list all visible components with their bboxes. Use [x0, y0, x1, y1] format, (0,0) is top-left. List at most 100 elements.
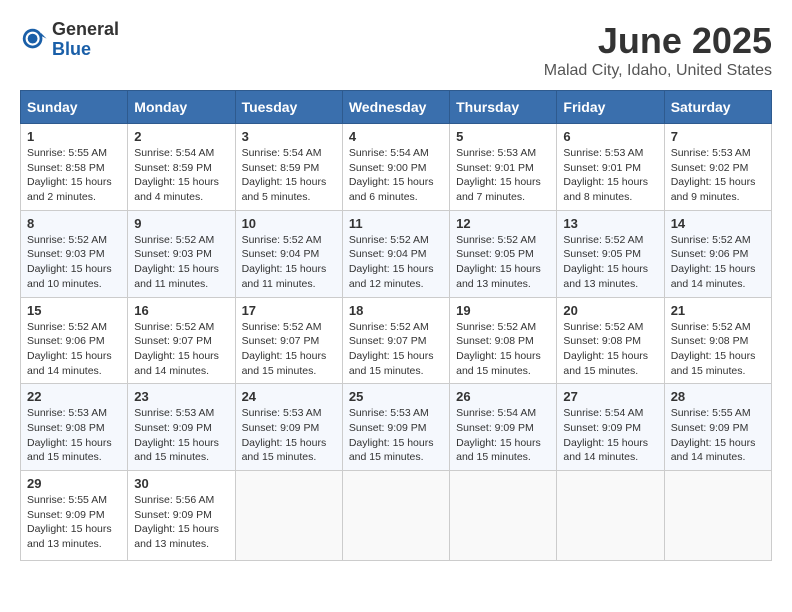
logo-text: General Blue	[52, 20, 119, 60]
day-info: Sunrise: 5:54 AM Sunset: 9:09 PM Dayligh…	[456, 406, 550, 465]
day-info: Sunrise: 5:54 AM Sunset: 8:59 PM Dayligh…	[242, 146, 336, 205]
calendar-cell: 7 Sunrise: 5:53 AM Sunset: 9:02 PM Dayli…	[664, 124, 771, 211]
day-number: 30	[134, 476, 228, 491]
calendar-cell: 17 Sunrise: 5:52 AM Sunset: 9:07 PM Dayl…	[235, 297, 342, 384]
calendar-cell: 11 Sunrise: 5:52 AM Sunset: 9:04 PM Dayl…	[342, 210, 449, 297]
day-number: 28	[671, 389, 765, 404]
day-number: 10	[242, 216, 336, 231]
calendar-cell: 10 Sunrise: 5:52 AM Sunset: 9:04 PM Dayl…	[235, 210, 342, 297]
calendar-subtitle: Malad City, Idaho, United States	[544, 62, 772, 80]
day-info: Sunrise: 5:54 AM Sunset: 9:09 PM Dayligh…	[563, 406, 657, 465]
day-number: 22	[27, 389, 121, 404]
calendar-cell	[664, 471, 771, 561]
day-number: 1	[27, 129, 121, 144]
day-info: Sunrise: 5:52 AM Sunset: 9:05 PM Dayligh…	[563, 233, 657, 292]
header-sunday: Sunday	[21, 91, 128, 124]
header-tuesday: Tuesday	[235, 91, 342, 124]
calendar-cell: 20 Sunrise: 5:52 AM Sunset: 9:08 PM Dayl…	[557, 297, 664, 384]
calendar-cell: 1 Sunrise: 5:55 AM Sunset: 8:58 PM Dayli…	[21, 124, 128, 211]
day-info: Sunrise: 5:52 AM Sunset: 9:06 PM Dayligh…	[27, 320, 121, 379]
calendar-table: Sunday Monday Tuesday Wednesday Thursday…	[20, 90, 772, 561]
calendar-cell	[342, 471, 449, 561]
calendar-cell: 30 Sunrise: 5:56 AM Sunset: 9:09 PM Dayl…	[128, 471, 235, 561]
day-info: Sunrise: 5:52 AM Sunset: 9:08 PM Dayligh…	[456, 320, 550, 379]
calendar-cell: 2 Sunrise: 5:54 AM Sunset: 8:59 PM Dayli…	[128, 124, 235, 211]
day-info: Sunrise: 5:53 AM Sunset: 9:01 PM Dayligh…	[456, 146, 550, 205]
day-info: Sunrise: 5:52 AM Sunset: 9:03 PM Dayligh…	[27, 233, 121, 292]
calendar-cell: 16 Sunrise: 5:52 AM Sunset: 9:07 PM Dayl…	[128, 297, 235, 384]
day-info: Sunrise: 5:52 AM Sunset: 9:05 PM Dayligh…	[456, 233, 550, 292]
header-thursday: Thursday	[450, 91, 557, 124]
calendar-cell	[235, 471, 342, 561]
day-info: Sunrise: 5:52 AM Sunset: 9:08 PM Dayligh…	[671, 320, 765, 379]
calendar-cell	[450, 471, 557, 561]
day-info: Sunrise: 5:54 AM Sunset: 9:00 PM Dayligh…	[349, 146, 443, 205]
calendar-cell: 26 Sunrise: 5:54 AM Sunset: 9:09 PM Dayl…	[450, 384, 557, 471]
logo: General Blue	[20, 20, 119, 60]
calendar-cell: 24 Sunrise: 5:53 AM Sunset: 9:09 PM Dayl…	[235, 384, 342, 471]
day-number: 29	[27, 476, 121, 491]
header-wednesday: Wednesday	[342, 91, 449, 124]
calendar-cell: 21 Sunrise: 5:52 AM Sunset: 9:08 PM Dayl…	[664, 297, 771, 384]
calendar-title: June 2025	[544, 20, 772, 62]
day-info: Sunrise: 5:52 AM Sunset: 9:04 PM Dayligh…	[242, 233, 336, 292]
header-monday: Monday	[128, 91, 235, 124]
header-friday: Friday	[557, 91, 664, 124]
day-number: 2	[134, 129, 228, 144]
day-number: 23	[134, 389, 228, 404]
logo-blue-text: Blue	[52, 40, 119, 60]
day-number: 8	[27, 216, 121, 231]
day-number: 27	[563, 389, 657, 404]
header-saturday: Saturday	[664, 91, 771, 124]
calendar-cell: 13 Sunrise: 5:52 AM Sunset: 9:05 PM Dayl…	[557, 210, 664, 297]
day-number: 4	[349, 129, 443, 144]
day-number: 24	[242, 389, 336, 404]
day-info: Sunrise: 5:55 AM Sunset: 8:58 PM Dayligh…	[27, 146, 121, 205]
day-number: 18	[349, 303, 443, 318]
day-number: 9	[134, 216, 228, 231]
day-number: 14	[671, 216, 765, 231]
day-number: 20	[563, 303, 657, 318]
calendar-cell: 12 Sunrise: 5:52 AM Sunset: 9:05 PM Dayl…	[450, 210, 557, 297]
day-number: 25	[349, 389, 443, 404]
calendar-cell: 29 Sunrise: 5:55 AM Sunset: 9:09 PM Dayl…	[21, 471, 128, 561]
day-info: Sunrise: 5:52 AM Sunset: 9:07 PM Dayligh…	[134, 320, 228, 379]
day-info: Sunrise: 5:52 AM Sunset: 9:04 PM Dayligh…	[349, 233, 443, 292]
calendar-header-row: Sunday Monday Tuesday Wednesday Thursday…	[21, 91, 772, 124]
day-number: 19	[456, 303, 550, 318]
day-number: 13	[563, 216, 657, 231]
calendar-cell: 18 Sunrise: 5:52 AM Sunset: 9:07 PM Dayl…	[342, 297, 449, 384]
calendar-cell: 14 Sunrise: 5:52 AM Sunset: 9:06 PM Dayl…	[664, 210, 771, 297]
day-number: 17	[242, 303, 336, 318]
calendar-cell: 3 Sunrise: 5:54 AM Sunset: 8:59 PM Dayli…	[235, 124, 342, 211]
day-info: Sunrise: 5:53 AM Sunset: 9:09 PM Dayligh…	[134, 406, 228, 465]
day-info: Sunrise: 5:54 AM Sunset: 8:59 PM Dayligh…	[134, 146, 228, 205]
calendar-cell: 4 Sunrise: 5:54 AM Sunset: 9:00 PM Dayli…	[342, 124, 449, 211]
calendar-cell: 22 Sunrise: 5:53 AM Sunset: 9:08 PM Dayl…	[21, 384, 128, 471]
calendar-cell	[557, 471, 664, 561]
calendar-cell: 6 Sunrise: 5:53 AM Sunset: 9:01 PM Dayli…	[557, 124, 664, 211]
calendar-cell: 23 Sunrise: 5:53 AM Sunset: 9:09 PM Dayl…	[128, 384, 235, 471]
day-info: Sunrise: 5:55 AM Sunset: 9:09 PM Dayligh…	[27, 493, 121, 552]
day-info: Sunrise: 5:53 AM Sunset: 9:08 PM Dayligh…	[27, 406, 121, 465]
day-number: 5	[456, 129, 550, 144]
calendar-cell: 5 Sunrise: 5:53 AM Sunset: 9:01 PM Dayli…	[450, 124, 557, 211]
calendar-cell: 28 Sunrise: 5:55 AM Sunset: 9:09 PM Dayl…	[664, 384, 771, 471]
calendar-cell: 25 Sunrise: 5:53 AM Sunset: 9:09 PM Dayl…	[342, 384, 449, 471]
day-info: Sunrise: 5:53 AM Sunset: 9:01 PM Dayligh…	[563, 146, 657, 205]
calendar-cell: 19 Sunrise: 5:52 AM Sunset: 9:08 PM Dayl…	[450, 297, 557, 384]
day-number: 21	[671, 303, 765, 318]
logo-icon	[20, 26, 48, 54]
day-info: Sunrise: 5:52 AM Sunset: 9:08 PM Dayligh…	[563, 320, 657, 379]
day-number: 11	[349, 216, 443, 231]
day-info: Sunrise: 5:52 AM Sunset: 9:07 PM Dayligh…	[349, 320, 443, 379]
day-number: 12	[456, 216, 550, 231]
day-info: Sunrise: 5:52 AM Sunset: 9:03 PM Dayligh…	[134, 233, 228, 292]
day-info: Sunrise: 5:55 AM Sunset: 9:09 PM Dayligh…	[671, 406, 765, 465]
calendar-cell: 9 Sunrise: 5:52 AM Sunset: 9:03 PM Dayli…	[128, 210, 235, 297]
calendar-cell: 8 Sunrise: 5:52 AM Sunset: 9:03 PM Dayli…	[21, 210, 128, 297]
day-number: 16	[134, 303, 228, 318]
day-info: Sunrise: 5:53 AM Sunset: 9:09 PM Dayligh…	[242, 406, 336, 465]
header: General Blue June 2025 Malad City, Idaho…	[20, 20, 772, 80]
day-info: Sunrise: 5:52 AM Sunset: 9:07 PM Dayligh…	[242, 320, 336, 379]
